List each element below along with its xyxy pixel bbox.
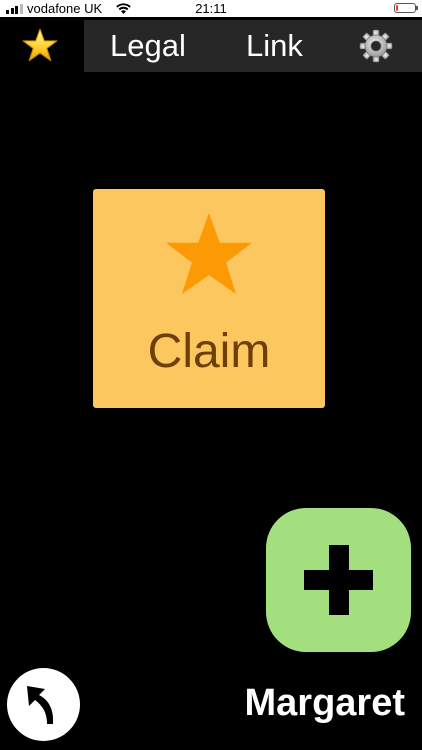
link-menu-item[interactable]: Link	[246, 20, 303, 72]
status-bar: vodafone UK 21:11	[0, 0, 422, 17]
gear-icon	[359, 29, 393, 63]
back-button[interactable]	[7, 668, 80, 741]
user-name: Margaret	[244, 682, 406, 724]
claim-tile[interactable]: Claim	[93, 189, 325, 408]
battery-icon	[394, 3, 418, 13]
settings-button[interactable]	[359, 29, 393, 63]
top-menu-bar: Legal Link	[84, 20, 422, 72]
clock: 21:11	[195, 1, 227, 16]
favorites-button[interactable]	[18, 22, 62, 68]
claim-label: Claim	[147, 325, 271, 378]
star-icon	[22, 28, 58, 62]
star-icon	[165, 213, 253, 295]
back-arrow-icon	[27, 686, 54, 724]
add-button[interactable]	[266, 508, 411, 652]
plus-icon	[304, 545, 373, 615]
legal-menu-item[interactable]: Legal	[110, 20, 186, 72]
